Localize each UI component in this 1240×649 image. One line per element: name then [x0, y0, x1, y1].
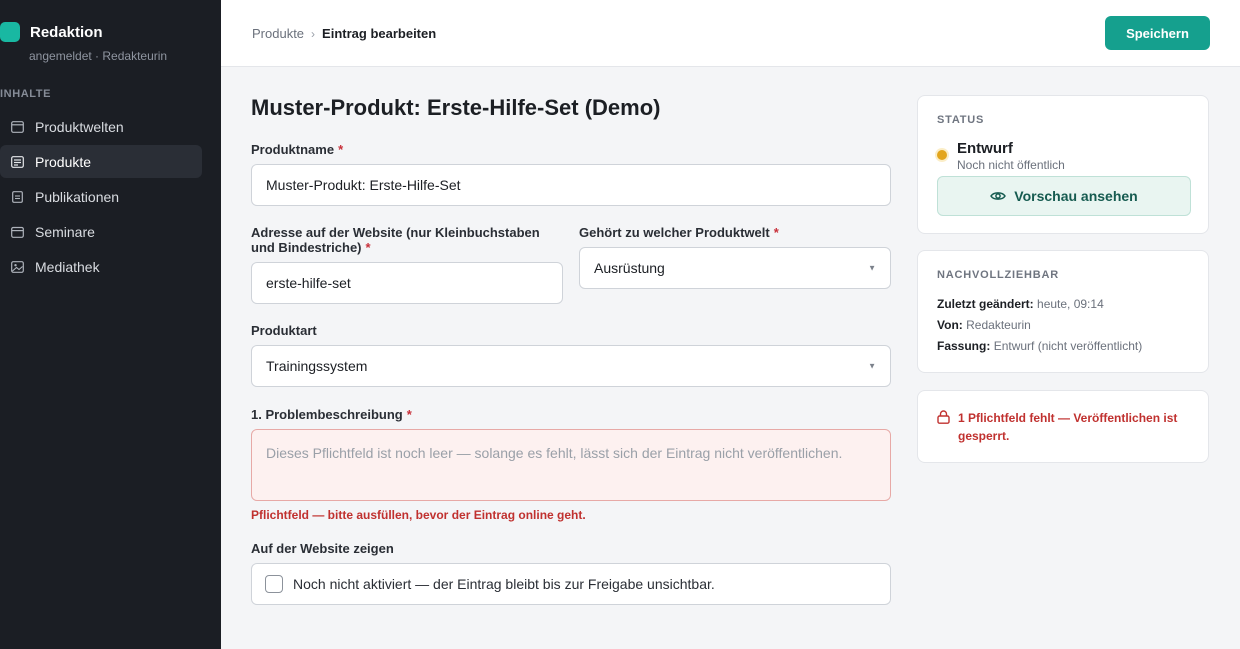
product-world-label: Gehört zu welcher Produktwelt *: [579, 225, 779, 240]
problem-textarea[interactable]: Dieses Pflichtfeld ist noch leer — solan…: [251, 429, 891, 501]
required-marker: *: [365, 240, 371, 255]
status-heading: STATUS: [937, 114, 985, 126]
visible-label: Auf der Website zeigen: [251, 541, 394, 556]
user-status: angemeldet · Redakteurin: [29, 49, 168, 63]
required-marker: *: [773, 225, 779, 240]
section-label: INHALTE: [0, 88, 52, 100]
calendar-icon: [11, 226, 24, 238]
product-world-value: Ausrüstung: [594, 260, 665, 276]
preview-button-label: Vorschau ansehen: [1014, 188, 1138, 204]
slug-input[interactable]: erste-hilfe-set: [251, 262, 563, 304]
sidebar-item-label: Mediathek: [35, 258, 100, 275]
product-name-value: Muster-Produkt: Erste-Hilfe-Set: [266, 177, 461, 193]
sidebar-item-seminare[interactable]: Seminare: [0, 215, 202, 248]
traceability-heading: NACHVOLLZIEHBAR: [937, 269, 1059, 281]
publish-lock-message: 1 Pflichtfeld fehlt — Veröffentlichen is…: [958, 411, 1178, 443]
last-changed-key: Zuletzt geändert:: [937, 297, 1034, 311]
status-state: Entwurf: [957, 140, 1013, 157]
sidebar-item-label: Publikationen: [35, 188, 120, 205]
brand-title: Redaktion: [30, 23, 103, 41]
product-type-label: Produktart: [251, 323, 317, 338]
author-key: Von:: [937, 318, 963, 332]
problem-label-text: 1. Problembeschreibung: [251, 407, 403, 422]
version-value: Entwurf (nicht veröffentlicht): [993, 339, 1143, 353]
window-icon: [11, 120, 24, 133]
sidebar-item-label: Produktwelten: [35, 118, 124, 135]
brand: Redaktion: [0, 22, 103, 42]
sidebar-item-publikationen[interactable]: Publikationen: [0, 180, 202, 213]
slug-label-text: Adresse auf der Website (nur Kleinbuchst…: [251, 225, 540, 255]
document-icon: [11, 190, 24, 203]
breadcrumb-link-produkte[interactable]: Produkte: [252, 26, 304, 41]
status-state-sub: Noch nicht öffentlich: [957, 158, 1065, 172]
product-type-select[interactable]: Trainingssystem ▼: [251, 345, 891, 387]
product-name-label: Produktname *: [251, 142, 343, 157]
author-value: Redakteurin: [966, 318, 1031, 332]
sidebar: Redaktion angemeldet · Redakteurin INHAL…: [0, 0, 221, 649]
problem-label: 1. Problembeschreibung *: [251, 407, 412, 422]
caret-down-icon: ▼: [868, 263, 876, 273]
save-button[interactable]: Speichern: [1105, 16, 1210, 50]
slug-value: erste-hilfe-set: [266, 275, 351, 291]
sidebar-item-label: Seminare: [35, 223, 95, 240]
traceability-card: NACHVOLLZIEHBAR Zuletzt geändert: heute,…: [917, 250, 1209, 373]
last-changed-row: Zuletzt geändert: heute, 09:14: [937, 297, 1104, 311]
sidebar-item-produkte[interactable]: Produkte: [0, 145, 202, 178]
preview-button[interactable]: Vorschau ansehen: [937, 176, 1191, 216]
status-card: STATUS Entwurf Noch nicht öffentlich Vor…: [917, 95, 1209, 234]
visible-checkbox-text: Noch nicht aktiviert — der Eintrag bleib…: [293, 576, 715, 592]
last-changed-value: heute, 09:14: [1037, 297, 1104, 311]
breadcrumb: Produkte › Eintrag bearbeiten: [252, 26, 436, 41]
sidebar-item-mediathek[interactable]: Mediathek: [0, 250, 202, 283]
visible-label-text: Auf der Website zeigen: [251, 541, 394, 556]
publish-lock-row: 1 Pflichtfeld fehlt — Veröffentlichen is…: [937, 409, 1193, 445]
version-key: Fassung:: [937, 339, 991, 353]
author-row: Von: Redakteurin: [937, 318, 1031, 332]
list-icon: [11, 155, 24, 168]
lock-icon: [937, 410, 950, 429]
breadcrumb-separator: ›: [311, 26, 316, 41]
product-world-select[interactable]: Ausrüstung ▼: [579, 247, 891, 289]
product-type-label-text: Produktart: [251, 323, 317, 338]
problem-placeholder: Dieses Pflichtfeld ist noch leer — solan…: [266, 445, 843, 461]
page-title: Muster-Produkt: Erste-Hilfe-Set (Demo): [251, 95, 661, 120]
required-marker: *: [338, 142, 344, 157]
product-type-value: Trainingssystem: [266, 358, 368, 374]
eye-icon: [990, 190, 1007, 202]
required-marker: *: [406, 407, 412, 422]
slug-label: Adresse auf der Website (nur Kleinbuchst…: [251, 225, 566, 255]
version-row: Fassung: Entwurf (nicht veröffentlicht): [937, 339, 1142, 353]
product-world-label-text: Gehört zu welcher Produktwelt: [579, 225, 770, 240]
sidebar-nav: Produktwelten Produkte Publikationen Sem…: [0, 110, 221, 285]
product-name-label-text: Produktname: [251, 142, 335, 157]
image-icon: [11, 260, 24, 273]
visible-checkbox[interactable]: [265, 575, 283, 593]
caret-down-icon: ▼: [868, 361, 876, 371]
topbar: Produkte › Eintrag bearbeiten Speichern: [221, 0, 1240, 67]
sidebar-item-label: Produkte: [35, 153, 92, 170]
product-name-input[interactable]: Muster-Produkt: Erste-Hilfe-Set: [251, 164, 891, 206]
publish-lock-card: 1 Pflichtfeld fehlt — Veröffentlichen is…: [917, 390, 1209, 463]
sidebar-item-produktwelten[interactable]: Produktwelten: [0, 110, 202, 143]
brand-logo-icon: [0, 22, 20, 42]
problem-error-message: Pflichtfeld — bitte ausfüllen, bevor der…: [251, 508, 586, 522]
breadcrumb-current: Eintrag bearbeiten: [322, 26, 437, 41]
draft-status-dot-icon: [937, 150, 947, 160]
visible-toggle-row[interactable]: Noch nicht aktiviert — der Eintrag bleib…: [251, 563, 891, 605]
